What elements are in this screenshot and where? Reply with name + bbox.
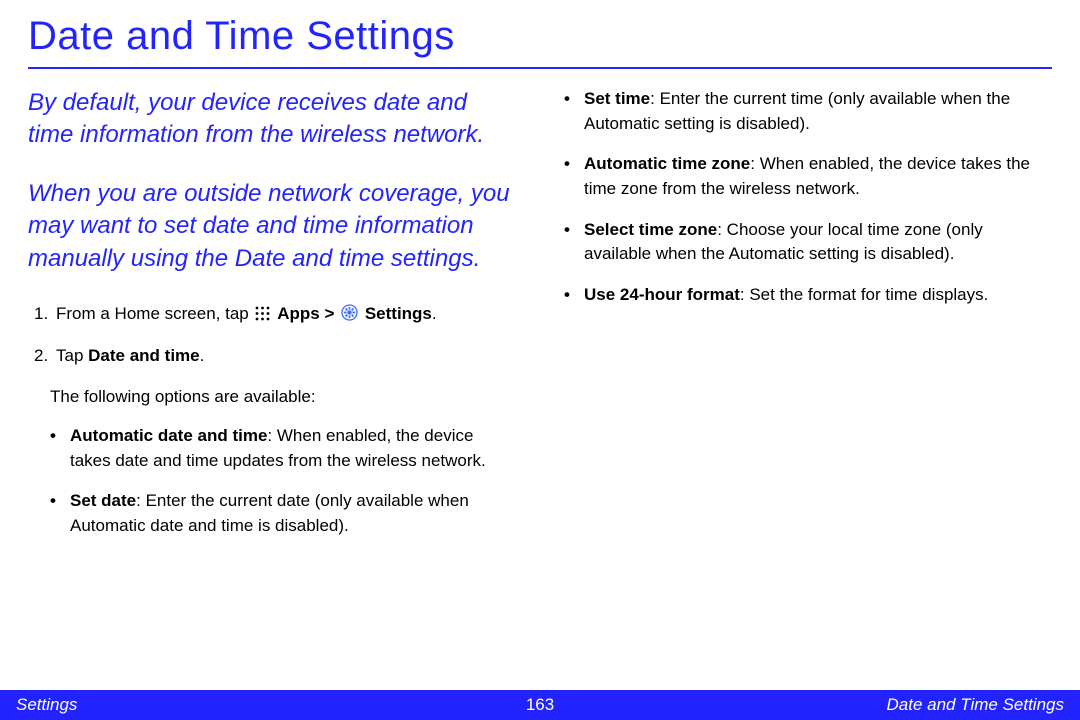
apps-label: Apps	[277, 304, 320, 323]
bullet-item: • Automatic date and time: When enabled,…	[50, 424, 516, 473]
left-column: By default, your device receives date an…	[28, 87, 516, 555]
bullet-bold: Set time	[584, 89, 650, 108]
bullet-bold: Set date	[70, 491, 136, 510]
options-intro: The following options are available:	[50, 384, 516, 410]
bullet-dot: •	[564, 152, 584, 201]
step-number: 2.	[34, 343, 56, 369]
footer-right: Date and Time Settings	[887, 695, 1065, 715]
footer-left: Settings	[16, 695, 77, 715]
settings-label: Settings	[365, 304, 432, 323]
bullet-item: • Select time zone: Choose your local ti…	[564, 218, 1052, 267]
bullet-item: • Automatic time zone: When enabled, the…	[564, 152, 1052, 201]
settings-gear-icon	[341, 303, 358, 329]
page-title: Date and Time Settings	[28, 14, 1052, 59]
bullet-dot: •	[50, 424, 70, 473]
page-footer: Settings 163 Date and Time Settings	[0, 690, 1080, 720]
bullet-dot: •	[564, 283, 584, 308]
bullet-dot: •	[564, 218, 584, 267]
title-rule	[28, 67, 1052, 69]
intro-p2: When you are outside network coverage, y…	[28, 178, 516, 275]
apps-grid-icon	[255, 303, 270, 329]
step-number: 1.	[34, 301, 56, 329]
step-text: Tap	[56, 346, 88, 365]
step-1: 1. From a Home screen, tap Apps > Settin…	[34, 301, 516, 329]
bullet-text: : Set the format for time displays.	[740, 285, 988, 304]
intro-p1: By default, your device receives date an…	[28, 87, 516, 152]
step-2: 2. Tap Date and time.	[34, 343, 516, 369]
bullet-item: • Set date: Enter the current date (only…	[50, 489, 516, 538]
step-post: .	[200, 346, 205, 365]
bullet-item: • Use 24-hour format: Set the format for…	[564, 283, 1052, 308]
bullet-item: • Set time: Enter the current time (only…	[564, 87, 1052, 136]
right-column: • Set time: Enter the current time (only…	[564, 87, 1052, 555]
bullet-bold: Automatic date and time	[70, 426, 267, 445]
bullet-bold: Select time zone	[584, 220, 717, 239]
bullet-bold: Use 24-hour format	[584, 285, 740, 304]
step-bold: Date and time	[88, 346, 199, 365]
footer-page-number: 163	[526, 695, 554, 715]
bullet-bold: Automatic time zone	[584, 154, 750, 173]
bullet-dot: •	[564, 87, 584, 136]
step-post: .	[432, 304, 437, 323]
breadcrumb-separator: >	[324, 304, 339, 323]
bullet-dot: •	[50, 489, 70, 538]
step-text: From a Home screen, tap	[56, 304, 253, 323]
